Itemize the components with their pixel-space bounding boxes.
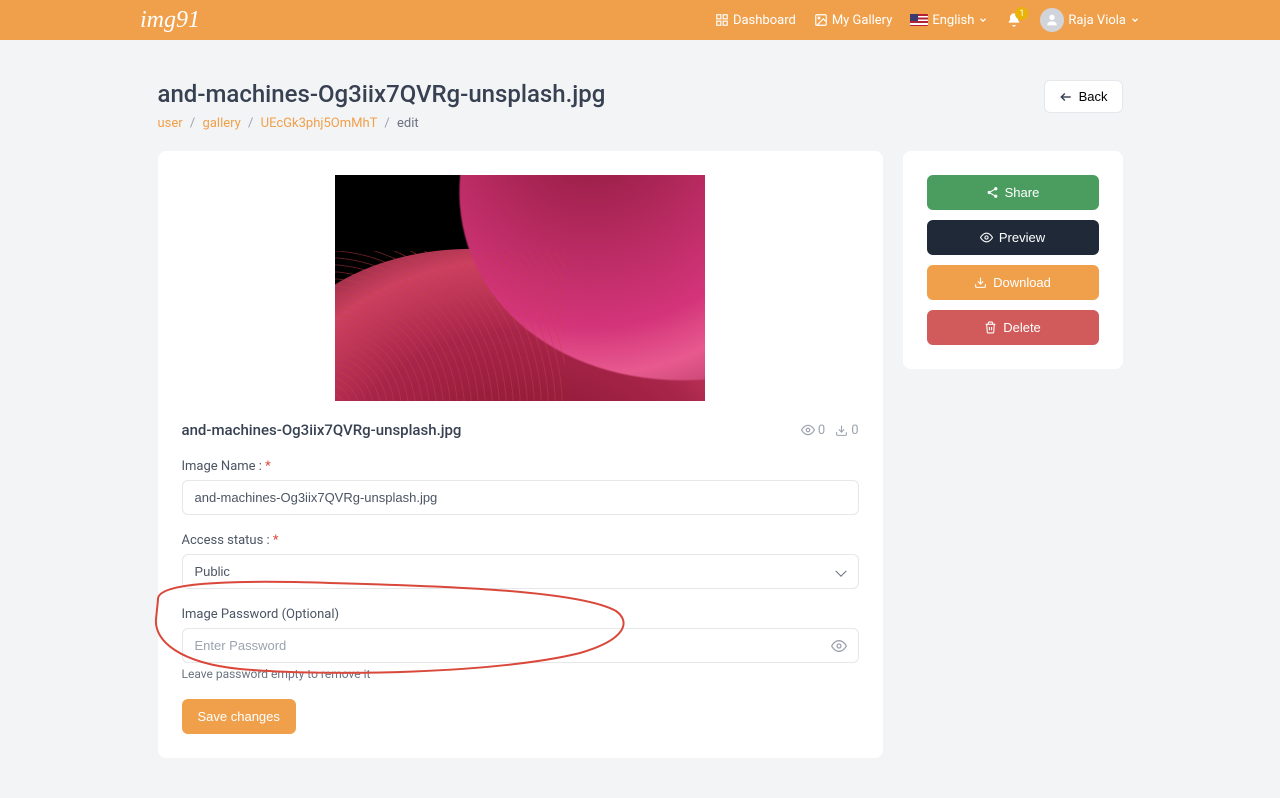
- nav-links: Dashboard My Gallery English 1: [715, 8, 1140, 32]
- breadcrumb-gallery[interactable]: gallery: [203, 116, 241, 131]
- breadcrumb: user / gallery / UEcGk3phj5OmMhT / edit: [158, 116, 606, 131]
- image-preview: [335, 175, 705, 401]
- back-button-label: Back: [1079, 89, 1108, 104]
- chevron-down-icon: [1130, 15, 1140, 25]
- eye-icon: [980, 231, 993, 244]
- password-input[interactable]: [182, 628, 859, 663]
- share-button[interactable]: Share: [927, 175, 1099, 210]
- language-switcher[interactable]: English: [910, 13, 988, 28]
- views-stat: 0: [801, 423, 825, 438]
- language-label: English: [932, 13, 974, 28]
- image-filename: and-machines-Og3iix7QVRg-unsplash.jpg: [182, 421, 462, 439]
- user-name: Raja Viola: [1068, 13, 1126, 28]
- nav-dashboard[interactable]: Dashboard: [715, 13, 796, 28]
- back-button[interactable]: Back: [1044, 80, 1123, 113]
- nav-gallery-label: My Gallery: [832, 13, 893, 28]
- edit-card: and-machines-Og3iix7QVRg-unsplash.jpg 0 …: [158, 151, 883, 758]
- eye-icon: [831, 638, 847, 654]
- share-icon: [986, 186, 999, 199]
- access-status-label: Access status : *: [182, 533, 859, 548]
- avatar: [1040, 8, 1064, 32]
- downloads-stat: 0: [835, 423, 858, 438]
- image-icon: [814, 13, 828, 27]
- delete-button[interactable]: Delete: [927, 310, 1099, 345]
- actions-card: Share Preview Download Delete: [903, 151, 1123, 369]
- breadcrumb-id[interactable]: UEcGk3phj5OmMhT: [261, 116, 378, 131]
- notification-badge: 1: [1015, 7, 1028, 20]
- password-label: Image Password (Optional): [182, 607, 859, 622]
- download-icon: [974, 276, 987, 289]
- image-name-label: Image Name : *: [182, 459, 859, 474]
- preview-button[interactable]: Preview: [927, 220, 1099, 255]
- topbar: img91 Dashboard My Gallery English: [0, 0, 1280, 40]
- download-icon: [835, 424, 848, 437]
- logo[interactable]: img91: [140, 7, 200, 34]
- notifications-button[interactable]: 1: [1006, 12, 1022, 28]
- flag-us-icon: [910, 14, 928, 26]
- eye-icon: [801, 423, 815, 437]
- download-button[interactable]: Download: [927, 265, 1099, 300]
- chevron-down-icon: [978, 15, 988, 25]
- password-hint: Leave password empty to remove it: [182, 667, 859, 681]
- toggle-password-visibility[interactable]: [831, 638, 847, 654]
- nav-dashboard-label: Dashboard: [733, 13, 796, 28]
- arrow-left-icon: [1059, 90, 1073, 104]
- page-title: and-machines-Og3iix7QVRg-unsplash.jpg: [158, 80, 606, 108]
- access-status-select[interactable]: Public: [182, 554, 859, 589]
- breadcrumb-current: edit: [397, 116, 419, 131]
- breadcrumb-user[interactable]: user: [158, 116, 183, 131]
- nav-gallery[interactable]: My Gallery: [814, 13, 893, 28]
- trash-icon: [984, 321, 997, 334]
- image-name-input[interactable]: [182, 480, 859, 515]
- dashboard-icon: [715, 13, 729, 27]
- save-button[interactable]: Save changes: [182, 699, 296, 734]
- user-menu[interactable]: Raja Viola: [1040, 8, 1140, 32]
